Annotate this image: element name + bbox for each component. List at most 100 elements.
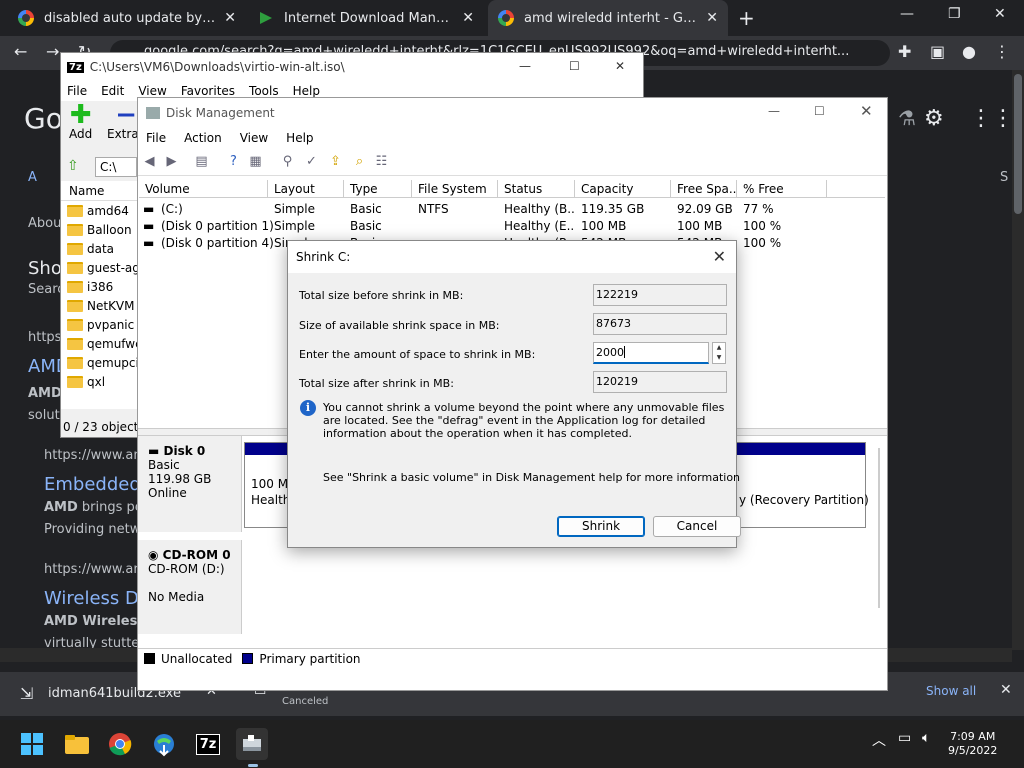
menu-view[interactable]: View <box>240 131 268 145</box>
system-clock[interactable]: 7:09 AM 9/5/2022 <box>948 730 997 758</box>
show-all-downloads[interactable]: Show all <box>926 684 976 698</box>
maximize-icon[interactable]: ☐ <box>569 59 580 73</box>
7zip-button[interactable]: 7z <box>192 728 224 760</box>
column-header-capacity[interactable]: Capacity <box>575 180 671 198</box>
shrink-button[interactable]: Shrink <box>557 516 645 537</box>
result-title[interactable]: Embedded <box>44 474 141 495</box>
menu-file[interactable]: File <box>67 84 87 98</box>
close-dialog-icon[interactable]: ✕ <box>713 247 726 266</box>
zip-path-input[interactable]: C:\ <box>95 157 137 177</box>
minimize-icon[interactable]: — <box>900 6 914 22</box>
list-item[interactable]: NetKVM <box>61 296 137 315</box>
recovery-partition-label[interactable]: y (Recovery Partition) <box>739 493 869 507</box>
menu-kebab-icon[interactable]: ⋮ <box>994 42 1010 61</box>
browser-tab-1[interactable]: disabled auto update by lupfiei - ✕ <box>8 0 246 36</box>
disk-management-button[interactable] <box>236 728 268 760</box>
shrink-amount-input[interactable]: 2000 <box>593 342 709 364</box>
browser-tab-2[interactable]: Internet Download Manager: The ✕ <box>248 0 484 36</box>
search-tab-right[interactable]: S <box>1000 170 1008 185</box>
list-item[interactable]: qemupcis <box>61 353 145 372</box>
page-vertical-scrollbar[interactable] <box>1012 70 1024 650</box>
disk-0-label[interactable]: ▬ Disk 0 Basic 119.98 GB Online <box>138 436 242 532</box>
extensions-icon[interactable]: ✚ <box>898 42 911 61</box>
close-download-bar-icon[interactable]: ✕ <box>1000 682 1012 698</box>
cancel-button[interactable]: Cancel <box>653 516 741 537</box>
idm-button[interactable] <box>148 728 180 760</box>
scrollbar-thumb[interactable] <box>1014 74 1022 214</box>
back-icon[interactable]: ← <box>14 42 27 61</box>
add-button[interactable]: ✚ Add <box>69 102 92 141</box>
menu-action[interactable]: Action <box>184 131 222 145</box>
search-folder-icon[interactable]: ⌕ <box>352 154 367 169</box>
close-tab-icon[interactable]: ✕ <box>224 10 236 26</box>
apps-grid-icon[interactable]: ⋮⋮ <box>970 106 1014 131</box>
list-item[interactable]: i386 <box>61 277 137 296</box>
close-tab-icon[interactable]: ✕ <box>462 10 474 26</box>
close-tab-icon[interactable]: ✕ <box>706 10 718 26</box>
menu-edit[interactable]: Edit <box>101 84 124 98</box>
menu-favorites[interactable]: Favorites <box>181 84 235 98</box>
list-item[interactable]: amd64 <box>61 201 137 220</box>
column-header-free-space[interactable]: Free Spa... <box>671 180 737 198</box>
menu-help[interactable]: Help <box>293 84 320 98</box>
spin-up-icon[interactable]: ▲ <box>713 343 725 353</box>
volume-icon[interactable]: 🔈︎ <box>922 730 930 746</box>
close-window-icon[interactable]: ✕ <box>994 6 1006 22</box>
table-row[interactable]: ▬ (C:) Simple Basic NTFS Healthy (B... 1… <box>139 201 885 218</box>
table-row[interactable]: ▬ (Disk 0 partition 1) Simple Basic Heal… <box>139 218 885 235</box>
browser-tab-3[interactable]: amd wireledd interht - Google S ✕ <box>488 0 728 36</box>
column-header-status[interactable]: Status <box>498 180 575 198</box>
list-item[interactable]: guest-age <box>61 258 147 277</box>
list-item[interactable]: qxl <box>61 372 137 391</box>
start-button[interactable] <box>16 728 48 760</box>
minimize-icon[interactable]: — <box>519 59 531 73</box>
column-header-percent-free[interactable]: % Free <box>737 180 827 198</box>
column-header-name[interactable]: Name <box>61 181 137 201</box>
help-icon[interactable]: ? <box>226 154 241 169</box>
maximize-icon[interactable]: ☐ <box>814 104 825 118</box>
column-header-type[interactable]: Type <box>344 180 412 198</box>
shrink-amount-stepper[interactable]: ▲ ▼ <box>712 342 726 364</box>
disk-view-scrollbar[interactable] <box>878 448 880 608</box>
list-item[interactable]: pvpanic <box>61 315 137 334</box>
show-hide-tree-icon[interactable]: ▤ <box>194 154 209 169</box>
menu-file[interactable]: File <box>146 131 166 145</box>
result-url[interactable]: https://www.an <box>44 448 142 463</box>
column-header-volume[interactable]: Volume <box>139 180 268 198</box>
result-title[interactable]: Wireless D <box>44 588 139 609</box>
close-window-icon[interactable]: ✕ <box>615 59 625 73</box>
menu-help[interactable]: Help <box>286 131 313 145</box>
connect-icon[interactable]: ⚲ <box>280 154 295 169</box>
labs-icon[interactable]: ⚗ <box>898 106 916 130</box>
side-panel-icon[interactable]: ▣ <box>930 42 945 61</box>
cdrom-0-label[interactable]: ◉ CD-ROM 0 CD-ROM (D:) No Media <box>138 540 242 634</box>
list-item[interactable]: qemufwc <box>61 334 142 353</box>
column-header-layout[interactable]: Layout <box>268 180 344 198</box>
minimize-icon[interactable]: — <box>768 104 780 118</box>
disk-management-titlebar[interactable]: Disk Management — ☐ ✕ <box>138 98 887 128</box>
network-icon[interactable]: ▭ <box>898 730 911 746</box>
list-item[interactable]: data <box>61 239 137 258</box>
search-tab-all[interactable]: A <box>28 170 37 185</box>
new-tab-icon[interactable]: + <box>738 6 755 30</box>
spin-down-icon[interactable]: ▼ <box>713 353 725 363</box>
column-header-file-system[interactable]: File System <box>412 180 498 198</box>
list-item[interactable]: Balloon <box>61 220 137 239</box>
folder-up-icon[interactable]: ⇪ <box>328 154 343 169</box>
back-arrow-icon[interactable]: ◀ <box>142 154 157 169</box>
chrome-button[interactable] <box>104 728 136 760</box>
properties-icon[interactable]: ▦ <box>248 154 263 169</box>
folder-up-icon[interactable]: ⇧ <box>67 158 79 174</box>
shrink-dialog-titlebar[interactable]: Shrink C: ✕ <box>288 241 736 273</box>
show-hidden-icons[interactable]: ︿ <box>872 730 886 750</box>
settings-gear-icon[interactable]: ⚙ <box>924 106 944 131</box>
file-explorer-button[interactable] <box>61 728 93 760</box>
checklist-icon[interactable]: ✓ <box>304 154 319 169</box>
menu-tools[interactable]: Tools <box>249 84 279 98</box>
options-icon[interactable]: ☷ <box>374 154 389 169</box>
result-url[interactable]: https://www.ar <box>44 562 139 577</box>
zip-titlebar[interactable]: 7z C:\Users\VM6\Downloads\virtio-win-alt… <box>61 53 643 81</box>
restore-icon[interactable]: ❐ <box>948 6 961 22</box>
profile-icon[interactable]: ● <box>962 42 976 61</box>
close-window-icon[interactable]: ✕ <box>860 102 873 120</box>
